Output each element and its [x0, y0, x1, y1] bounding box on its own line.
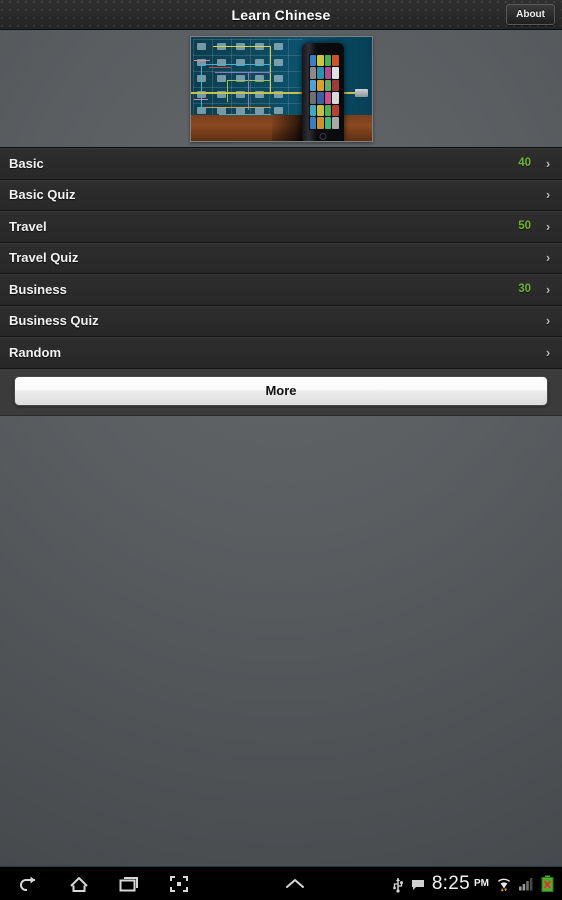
chevron-right-icon: › — [545, 155, 551, 171]
category-list: Basic 40 › Basic Quiz › Travel 50 › Trav… — [0, 147, 562, 369]
chevron-right-icon: › — [545, 187, 551, 203]
more-button-container: More — [0, 368, 562, 416]
chevron-up-icon[interactable] — [283, 872, 307, 896]
banner-phone — [301, 42, 344, 141]
system-navigation-bar: 8:25 PM — [0, 866, 562, 900]
list-item[interactable]: Random › — [0, 337, 562, 369]
chevron-right-icon: › — [545, 313, 551, 329]
list-item[interactable]: Business Quiz › — [0, 305, 562, 337]
list-item-label: Travel Quiz — [9, 250, 79, 266]
list-item-count: 40 — [518, 157, 531, 170]
list-item[interactable]: Travel Quiz › — [0, 242, 562, 274]
banner-phone-home-button — [319, 132, 326, 140]
list-item[interactable]: Basic 40 › — [0, 148, 562, 180]
list-item[interactable]: Travel 50 › — [0, 211, 562, 243]
chevron-right-icon: › — [545, 218, 551, 234]
banner-cable-connector — [354, 88, 368, 97]
usb-icon — [392, 875, 404, 893]
back-icon[interactable] — [17, 872, 41, 896]
promo-banner-image[interactable] — [189, 35, 373, 142]
about-button[interactable]: About — [506, 4, 555, 25]
status-icon-group: 8:25 PM — [392, 873, 562, 895]
chevron-right-icon: › — [545, 344, 551, 360]
list-item-label: Basic Quiz — [9, 187, 76, 203]
nav-button-group — [0, 872, 307, 896]
chevron-right-icon: › — [545, 281, 551, 297]
list-item-count: 30 — [518, 283, 531, 296]
banner-container — [0, 30, 562, 147]
status-ampm: PM — [474, 878, 489, 889]
recent-apps-icon[interactable] — [117, 872, 141, 896]
list-item-label: Basic — [9, 155, 44, 171]
page-title: Learn Chinese — [231, 6, 331, 23]
list-item-label: Random — [9, 344, 61, 360]
app-root: Learn Chinese About Basic 40 › Basic Qui… — [0, 0, 562, 900]
status-time: 8:25 — [431, 872, 470, 894]
list-item-label: Travel — [9, 218, 47, 234]
home-icon[interactable] — [67, 872, 91, 896]
list-item-count: 50 — [518, 220, 531, 233]
title-bar: Learn Chinese About — [0, 0, 562, 30]
list-item-label: Business Quiz — [9, 313, 99, 329]
message-icon — [411, 877, 425, 891]
more-button[interactable]: More — [14, 375, 548, 406]
list-item[interactable]: Basic Quiz › — [0, 179, 562, 211]
banner-phone-screen — [308, 53, 340, 130]
chevron-right-icon: › — [545, 250, 551, 266]
battery-error-icon — [541, 875, 554, 892]
list-item-label: Business — [9, 281, 67, 297]
screenshot-icon[interactable] — [167, 872, 191, 896]
wifi-icon — [496, 876, 512, 892]
signal-icon — [519, 877, 534, 891]
list-item[interactable]: Business 30 › — [0, 274, 562, 306]
